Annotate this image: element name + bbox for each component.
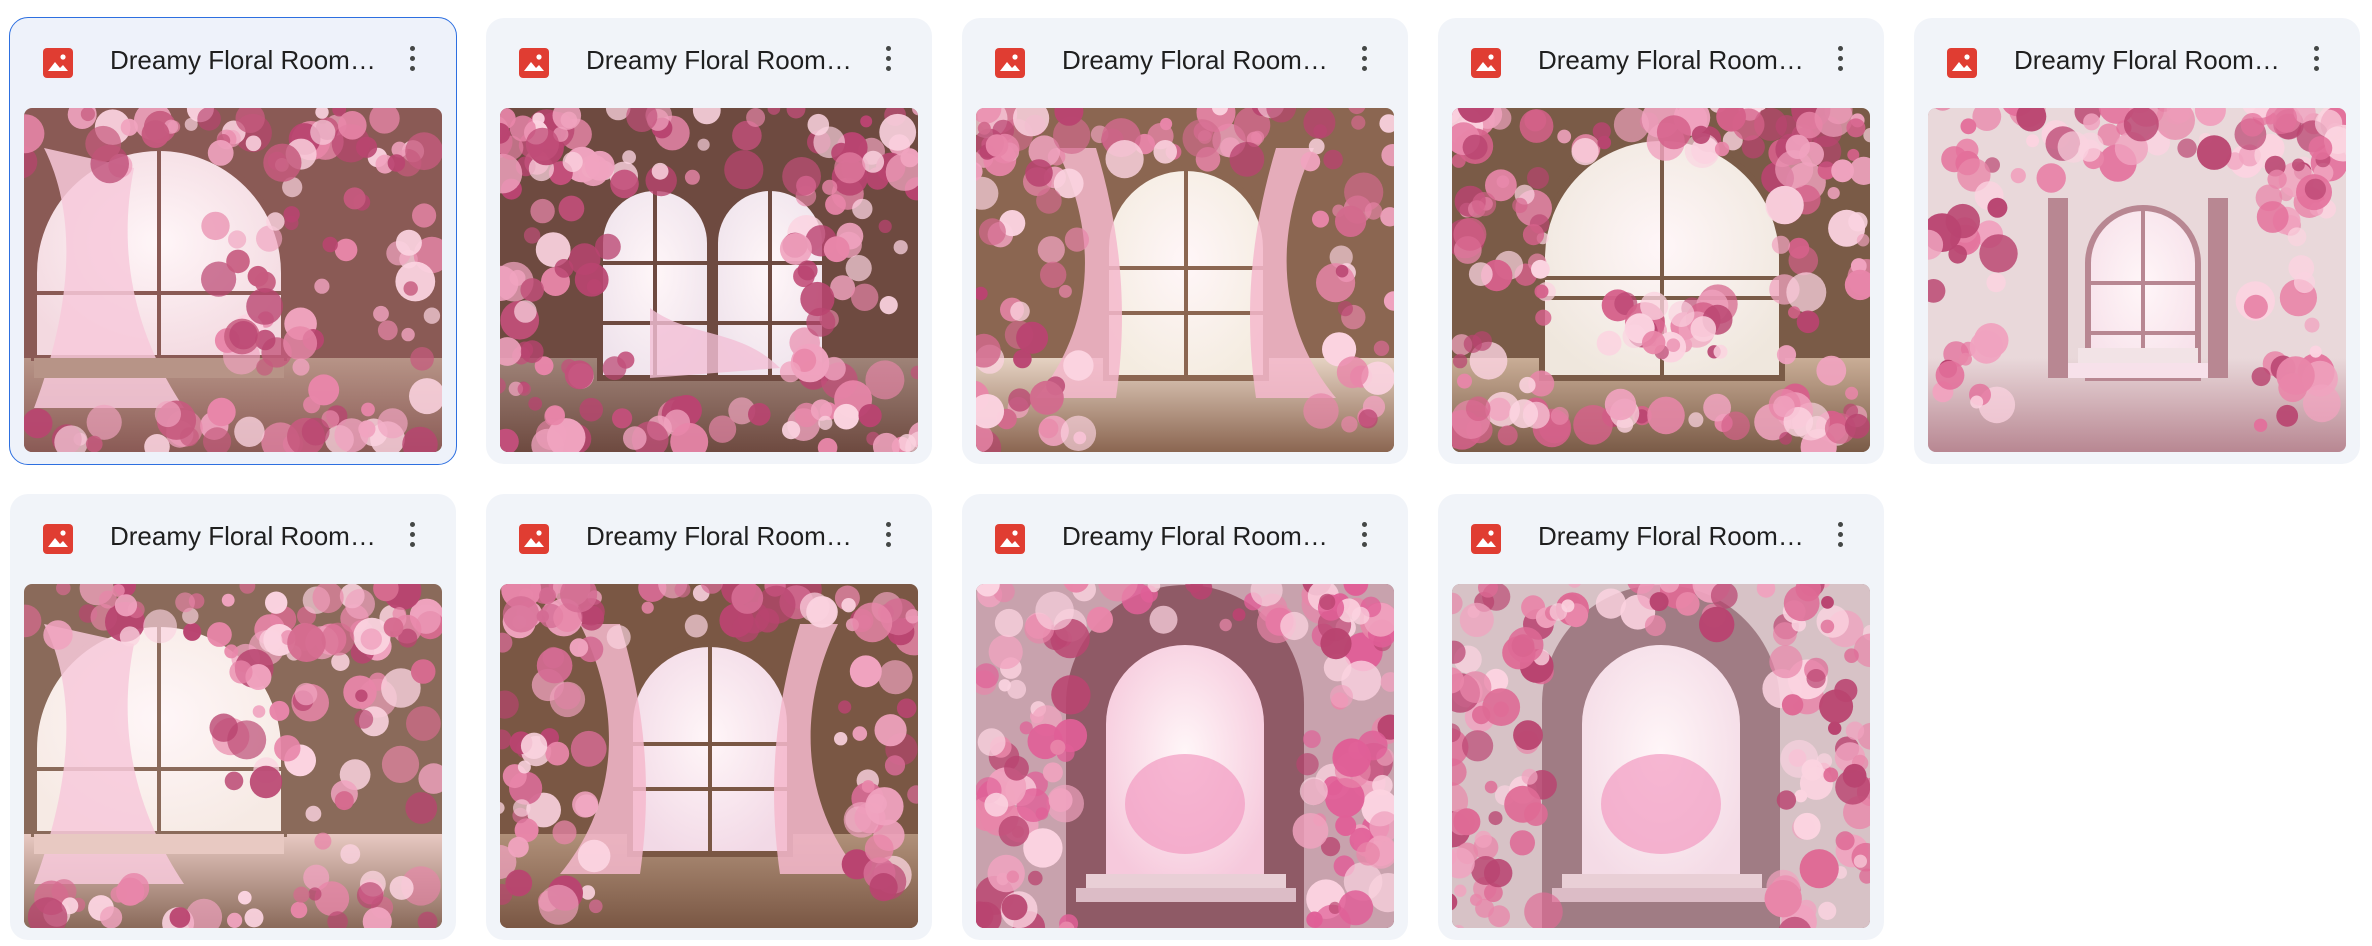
file-thumbnail[interactable] bbox=[24, 108, 442, 452]
file-card[interactable]: Dreamy Floral Room Backdrops 06.jpg bbox=[10, 494, 456, 940]
image-file-icon bbox=[1946, 47, 1978, 79]
file-card[interactable]: Dreamy Floral Room Backdrops 05.jpg bbox=[1914, 18, 2360, 464]
file-card-header: Dreamy Floral Room Backdrops 04.jpg bbox=[1438, 18, 1884, 104]
file-card[interactable]: Dreamy Floral Room Backdrops 01.jpg bbox=[9, 17, 457, 465]
file-grid: Dreamy Floral Room Backdrops 01.jpg Drea… bbox=[0, 0, 2372, 946]
image-file-icon bbox=[42, 523, 74, 555]
file-card-header: Dreamy Floral Room Backdrops 07.jpg bbox=[486, 494, 932, 580]
file-thumbnail[interactable] bbox=[24, 584, 442, 928]
file-card-header: Dreamy Floral Room Backdrops 01.jpg bbox=[10, 18, 456, 104]
file-thumbnail[interactable] bbox=[1452, 584, 1870, 928]
more-actions-icon[interactable] bbox=[866, 512, 910, 556]
file-card-header: Dreamy Floral Room Backdrops 03.jpg bbox=[962, 18, 1408, 104]
file-name: Dreamy Floral Room Backdrops 08.jpg bbox=[1062, 521, 1332, 551]
file-card-header: Dreamy Floral Room Backdrops 09.jpg bbox=[1438, 494, 1884, 580]
image-file-icon bbox=[994, 47, 1026, 79]
image-file-icon bbox=[1470, 523, 1502, 555]
image-file-icon bbox=[1470, 47, 1502, 79]
file-thumbnail[interactable] bbox=[1452, 108, 1870, 452]
more-actions-icon[interactable] bbox=[1818, 512, 1862, 556]
file-name: Dreamy Floral Room Backdrops 05.jpg bbox=[2014, 45, 2284, 75]
file-name: Dreamy Floral Room Backdrops 02.jpg bbox=[586, 45, 856, 75]
file-card[interactable]: Dreamy Floral Room Backdrops 02.jpg bbox=[486, 18, 932, 464]
more-actions-icon[interactable] bbox=[390, 512, 434, 556]
more-actions-icon[interactable] bbox=[390, 36, 434, 80]
file-thumbnail[interactable] bbox=[976, 584, 1394, 928]
file-card[interactable]: Dreamy Floral Room Backdrops 07.jpg bbox=[486, 494, 932, 940]
more-actions-icon[interactable] bbox=[1342, 36, 1386, 80]
file-thumbnail[interactable] bbox=[500, 108, 918, 452]
file-card-header: Dreamy Floral Room Backdrops 05.jpg bbox=[1914, 18, 2360, 104]
image-file-icon bbox=[42, 47, 74, 79]
file-card-header: Dreamy Floral Room Backdrops 08.jpg bbox=[962, 494, 1408, 580]
file-thumbnail[interactable] bbox=[976, 108, 1394, 452]
file-card-header: Dreamy Floral Room Backdrops 02.jpg bbox=[486, 18, 932, 104]
file-card[interactable]: Dreamy Floral Room Backdrops 04.jpg bbox=[1438, 18, 1884, 464]
file-card[interactable]: Dreamy Floral Room Backdrops 03.jpg bbox=[962, 18, 1408, 464]
file-name: Dreamy Floral Room Backdrops 03.jpg bbox=[1062, 45, 1332, 75]
image-file-icon bbox=[994, 523, 1026, 555]
file-name: Dreamy Floral Room Backdrops 04.jpg bbox=[1538, 45, 1808, 75]
file-card-header: Dreamy Floral Room Backdrops 06.jpg bbox=[10, 494, 456, 580]
image-file-icon bbox=[518, 47, 550, 79]
file-name: Dreamy Floral Room Backdrops 01.jpg bbox=[110, 45, 380, 75]
more-actions-icon[interactable] bbox=[1342, 512, 1386, 556]
file-name: Dreamy Floral Room Backdrops 06.jpg bbox=[110, 521, 380, 551]
image-file-icon bbox=[518, 523, 550, 555]
more-actions-icon[interactable] bbox=[1818, 36, 1862, 80]
file-thumbnail[interactable] bbox=[1928, 108, 2346, 452]
file-card[interactable]: Dreamy Floral Room Backdrops 08.jpg bbox=[962, 494, 1408, 940]
more-actions-icon[interactable] bbox=[866, 36, 910, 80]
file-name: Dreamy Floral Room Backdrops 07.jpg bbox=[586, 521, 856, 551]
file-name: Dreamy Floral Room Backdrops 09.jpg bbox=[1538, 521, 1808, 551]
file-card[interactable]: Dreamy Floral Room Backdrops 09.jpg bbox=[1438, 494, 1884, 940]
file-thumbnail[interactable] bbox=[500, 584, 918, 928]
more-actions-icon[interactable] bbox=[2294, 36, 2338, 80]
